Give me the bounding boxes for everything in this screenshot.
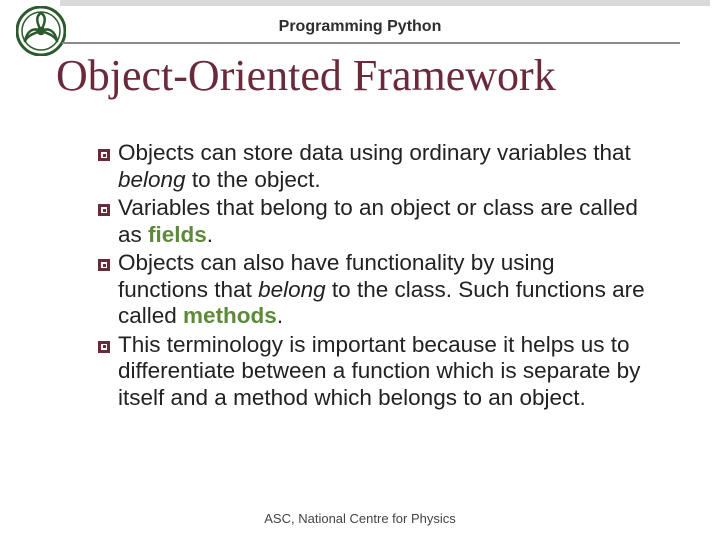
bullet-text: Variables that belong to an object or cl…	[118, 195, 650, 248]
bullet-icon	[98, 149, 110, 161]
bullet-icon	[98, 259, 110, 271]
list-item: Objects can also have functionality by u…	[98, 250, 650, 330]
bullet-text: This terminology is important because it…	[118, 332, 650, 412]
list-item: Objects can store data using ordinary va…	[98, 140, 650, 193]
list-item: This terminology is important because it…	[98, 332, 650, 412]
bullet-icon	[98, 204, 110, 216]
bullet-list: Objects can store data using ordinary va…	[98, 140, 650, 413]
list-item: Variables that belong to an object or cl…	[98, 195, 650, 248]
slide: Programming Python Object-Oriented Frame…	[0, 0, 720, 540]
footer-text: ASC, National Centre for Physics	[0, 511, 720, 526]
bullet-text: Objects can also have functionality by u…	[118, 250, 650, 330]
header-course-title: Programming Python	[0, 18, 720, 36]
header-divider	[62, 42, 680, 44]
bullet-icon	[98, 341, 110, 353]
bullet-text: Objects can store data using ordinary va…	[118, 140, 650, 193]
top-bar-decoration	[60, 0, 710, 6]
slide-title: Object-Oriented Framework	[56, 50, 556, 101]
